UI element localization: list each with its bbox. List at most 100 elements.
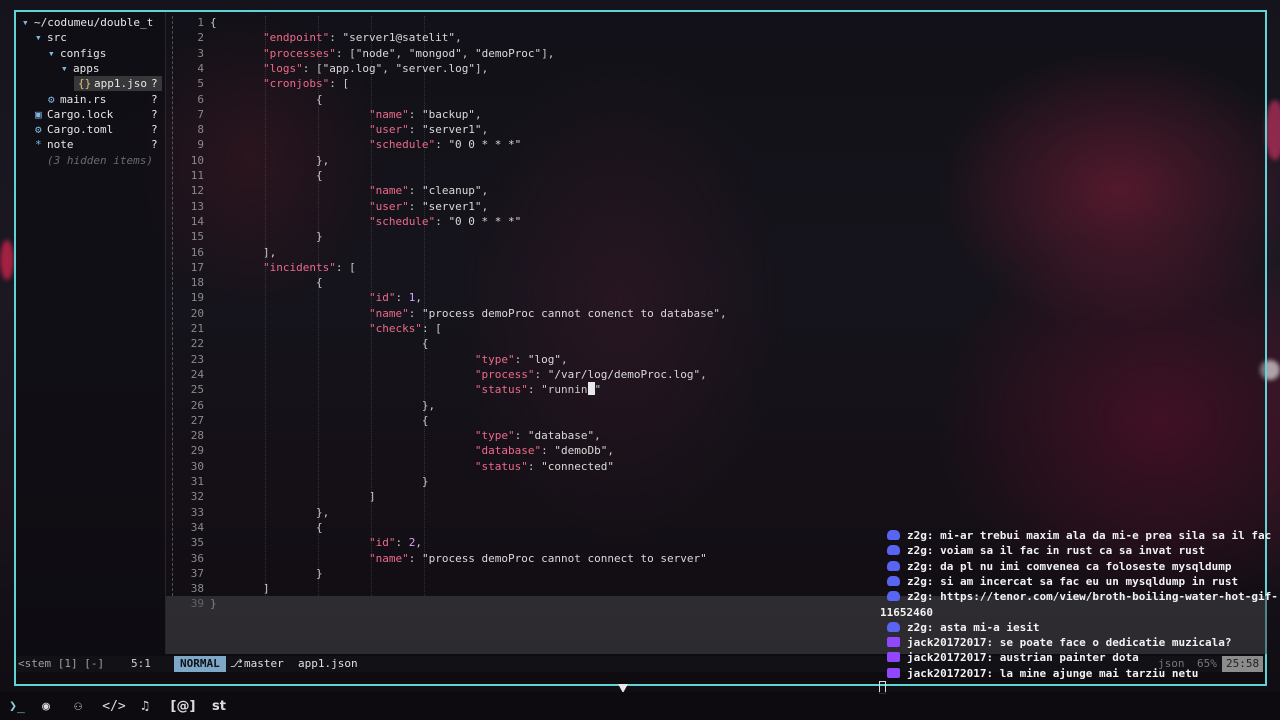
tree-item[interactable]: ▾ configs [48,46,106,61]
taskbar-at-button[interactable]: [@] [168,698,198,716]
line-number: 9 [197,138,204,152]
line-number: 26 [190,398,204,412]
line-text: }, [210,398,436,412]
chat-message-text: z2g: mi-ar trebui maxim ala da mi-e prea… [907,529,1272,542]
line-text: "checks": [ [368,322,442,335]
chat-overlay: z2g: mi-ar trebui maxim ala da mi-e prea… [880,528,1280,688]
line-text: { [210,169,323,182]
line-number: 10 [190,153,204,167]
twitch-icon [887,652,900,663]
chat-message: jack20172017: la mine ajunge mai tarziu … [880,666,1198,681]
line-number: 19 [190,291,204,305]
line-text: } [210,566,323,580]
taskbar-music-button[interactable]: ♫ [136,698,154,716]
line-text: "name": "process demoProc cannot connect… [368,551,707,565]
chat-message: z2g: mi-ar trebui maxim ala da mi-e prea… [880,528,1271,543]
globe-icon: ◉ [42,699,50,714]
chat-message-text: z2g: si am incercat sa fac eu un mysqldu… [907,574,1239,588]
line-number: 1 [197,16,204,29]
line-number: 21 [190,322,204,335]
line-text: ], [210,245,277,259]
discord-icon [887,530,900,540]
tree-item-label: ~/codumeu/double_t [34,16,154,29]
line-number: 28 [190,429,204,443]
line-text: { [210,276,323,290]
line-number: 24 [190,367,204,381]
hidden-items-note: (3 hidden items) [35,153,153,168]
line-text: }, [210,505,330,519]
line-number: 20 [190,306,204,320]
line-text: "name": "process demoProc cannot conenct… [368,306,727,320]
line-text: "user": "server1", [368,123,489,137]
taskbar-chat-button[interactable]: ⚇ [66,698,90,716]
line-text: "user": "server1", [368,199,489,213]
line-text: "name": "cleanup", [368,184,489,198]
line-text: } [210,230,323,244]
line-number: 17 [190,260,204,274]
chat-message: z2g: voiam sa il fac in rust ca sa invat… [880,543,1205,558]
line-text: "id": 2, [368,536,422,550]
taskbar-label: st [212,699,226,714]
line-number: 32 [190,490,204,504]
backdrop-glow [1265,100,1280,160]
taskbar-label: [@] [170,699,196,714]
tree-item[interactable]: ▾ ~/codumeu/double_t [22,15,153,30]
tree-item[interactable]: ⚙ main.rs [48,92,106,107]
tree-item[interactable]: ▣ Cargo.lock [35,107,113,122]
line-text: "database": "demoDb", [474,444,614,458]
line-number: 8 [197,123,204,137]
mode-badge: NORMAL [174,656,226,672]
chat-message-text: z2g: asta mi-a iesit [907,620,1040,634]
chat-message-text: 11652460 [880,605,933,619]
folder-open-icon: ▾ [35,31,42,45]
tree-item[interactable]: * note [35,137,74,152]
line-text: } [210,475,429,488]
chat-icon: ⚇ [74,699,82,714]
line-text: "endpoint": "server1@satelit", [262,31,462,45]
git-status-marker: ? [151,92,158,106]
line-number: 25 [190,383,204,397]
line-text: "status": "connected" [474,459,614,473]
chat-message-text: z2g: https://tenor.com/view/broth-boilin… [907,590,1278,604]
tree-item-label: main.rs [60,92,107,106]
chat-message: z2g: si am incercat sa fac eu un mysqldu… [880,574,1238,589]
line-text: "cronjobs": [ [262,77,350,91]
code-editor[interactable]: 1 {2 "endpoint": "server1@satelit", 3 "pro… [166,12,1267,610]
taskbar-terminal-button[interactable]: ❯_ [6,698,28,716]
tree-item-label: apps [73,61,100,75]
discord-icon [887,621,900,632]
tree-item[interactable]: ▾ src [35,30,67,45]
taskbar-code-button[interactable]: </> [102,698,126,716]
taskbar-globe-button[interactable]: ◉ [38,698,54,716]
line-text: { [210,16,217,29]
line-number: 7 [197,107,204,121]
buffer-info: <stem [1] [-] [18,657,105,670]
taskbar: ❯_ ◉ ⚇ </> ♫ [@] st [0,692,1280,720]
line-text: "processes": ["node", "mongod", "demoPro… [262,46,555,60]
line-number: 5 [197,77,204,91]
line-number: 16 [190,245,204,259]
discord-icon [887,575,900,586]
chat-message: z2g: https://tenor.com/view/broth-boilin… [880,589,1278,604]
taskbar-workspace-label[interactable]: st [210,698,228,716]
chat-message: z2g: da pl nu imi comvenea ca foloseste … [880,559,1232,574]
twitch-icon [887,637,900,648]
git-status-marker: ? [151,138,158,152]
git-status-marker: ? [151,123,158,137]
line-number: 37 [190,566,204,580]
tree-item[interactable]: ▾ apps [61,61,100,76]
tree-item-label: (3 hidden items) [47,153,153,167]
line-number: 33 [190,505,204,519]
line-number: 18 [190,276,204,290]
line-number: 11 [190,169,204,182]
line-text: "process": "/var/log/demoProc.log", [474,367,707,381]
music-icon: ♫ [141,699,149,714]
chat-message: 11652460 [880,605,933,620]
tree-item[interactable]: {} app1.jso [74,76,162,92]
terminal-icon: ❯_ [9,699,25,714]
tree-position: 5:1 [131,657,151,670]
star-icon: * [35,138,42,152]
tree-item[interactable]: ⚙ Cargo.toml [35,122,113,137]
tree-item-label: src [47,31,67,45]
line-text: "type": "database", [474,429,601,443]
